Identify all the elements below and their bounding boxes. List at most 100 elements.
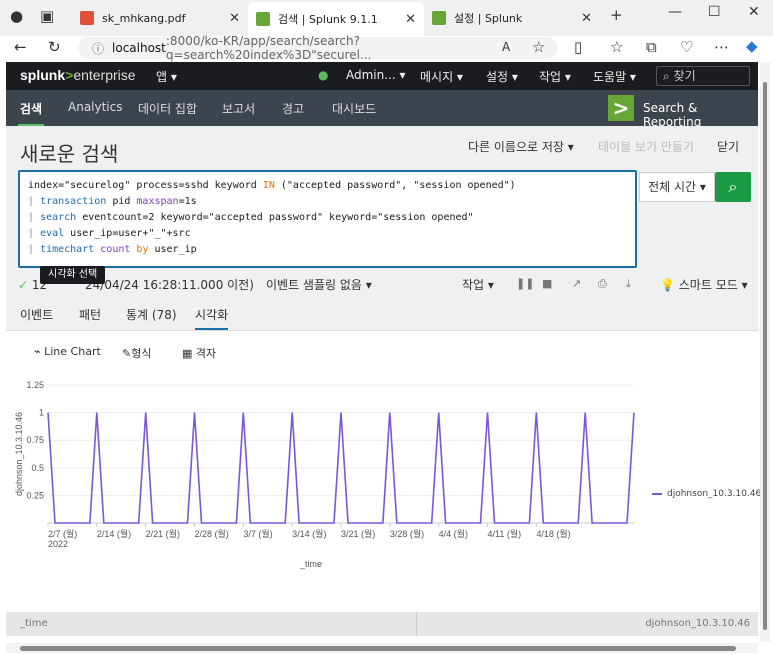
collections-icon[interactable]: ⧉ <box>646 38 657 56</box>
new-tab-button[interactable]: + <box>610 6 623 24</box>
help-menu[interactable]: 도움말 ▾ <box>593 68 636 85</box>
x-tick-label: 3/28 (월) <box>390 528 424 539</box>
splunk-icon <box>432 11 446 25</box>
extensions-icon[interactable]: ⋯ <box>714 38 729 56</box>
x-tick-label: 3/21 (월) <box>341 528 375 539</box>
tab-events[interactable]: 이벤트 <box>20 306 53 323</box>
format-button[interactable]: ✎형식 <box>122 345 151 361</box>
y-tick-label: 0.25 <box>26 490 44 500</box>
job-menu[interactable]: 작업 ▾ <box>462 276 494 293</box>
appnav-dashboards[interactable]: 대시보드 <box>332 100 376 117</box>
x-tick-label: 4/11 (월) <box>488 528 522 539</box>
tooltip-select-visualization: 시각화 선택 <box>40 266 106 284</box>
export-icon[interactable]: ⤓ <box>626 277 631 291</box>
appnav-reports[interactable]: 보고서 <box>222 100 255 117</box>
browser-tab-pdf[interactable]: sk_mhkang.pdf ✕ <box>72 4 248 32</box>
splunk-icon <box>256 12 270 26</box>
appnav-datasets[interactable]: 데이터 집합 <box>138 100 197 117</box>
y-tick-label: 1 <box>39 408 44 418</box>
check-icon: ✓ <box>18 278 29 292</box>
line-chart: 0.25 0.5 0.75 1 1.25 djohnson_10.3.10.46 2/7 (… <box>14 380 635 569</box>
print-icon[interactable]: ⎙ <box>598 277 607 291</box>
x-tick-label: 2/21 (월) <box>146 528 180 539</box>
appnav-alerts[interactable]: 경고 <box>282 100 304 117</box>
search-page: 새로운 검색 다른 이름으로 저장 ▾ 테이블 보기 만들기 닫기 index=… <box>6 126 761 646</box>
tab-visualization[interactable]: 시각화 <box>195 306 229 331</box>
query-line: | search eventcount=2 keyword="accepted … <box>28 212 474 223</box>
favorite-star-icon[interactable]: ☆ <box>532 38 545 56</box>
legend-swatch <box>652 493 662 495</box>
tab-statistics[interactable]: 통계 (78) <box>126 306 177 323</box>
close-tab-icon[interactable]: ✕ <box>581 11 592 26</box>
split-screen-icon[interactable]: ▯ <box>574 38 582 56</box>
column-header-time[interactable]: _time <box>20 612 48 636</box>
app-menu[interactable]: 앱 ▾ <box>156 68 177 85</box>
pause-icon[interactable]: ❚❚ <box>516 277 534 290</box>
save-as-menu[interactable]: 다른 이름으로 저장 ▾ <box>468 138 574 155</box>
browser-tab-settings[interactable]: 설정 | Splunk ✕ <box>424 4 600 32</box>
settings-menu[interactable]: 설정 ▾ <box>486 68 518 85</box>
y-tick-label: 1.25 <box>26 380 44 390</box>
time-range-picker[interactable]: 전체 시간 ▾ <box>639 172 715 202</box>
appnav-search[interactable]: 검색 <box>17 100 45 127</box>
tab-actions-icon[interactable]: ▣ <box>40 7 54 25</box>
trellis-button[interactable]: ▦ 격자 <box>182 345 216 361</box>
maximize-icon[interactable]: ☐ <box>708 4 721 20</box>
info-icon[interactable]: ⓘ <box>92 40 104 57</box>
chart-legend[interactable]: djohnson_10.3.10.46 <box>652 489 761 499</box>
appnav-analytics[interactable]: Analytics <box>68 100 123 114</box>
vertical-scrollbar[interactable] <box>760 62 770 642</box>
create-table-view-button: 테이블 보기 만들기 <box>598 140 694 154</box>
minimize-icon[interactable]: — <box>668 4 682 20</box>
url-host: localhost <box>112 41 166 55</box>
column-divider <box>416 612 417 636</box>
profile-icon[interactable]: ● <box>10 7 23 25</box>
admin-menu[interactable]: Admin... ▾ <box>346 68 406 82</box>
viz-type-button[interactable]: ⌁ Line Chart <box>34 345 101 358</box>
activity-menu[interactable]: 작업 ▾ <box>539 68 571 85</box>
back-icon[interactable]: ← <box>14 38 27 56</box>
search-submit-button[interactable]: ⌕ <box>715 172 751 202</box>
browser-tab-strip: ● ▣ sk_mhkang.pdf ✕ 검색 | Splunk 9.1.1 ✕ … <box>0 0 773 36</box>
splunk-top-bar: splunk>enterprise 앱 ▾ ● Admin... ▾ 메시지 ▾… <box>6 62 758 90</box>
pdf-icon <box>80 11 94 25</box>
column-header-series[interactable]: djohnson_10.3.10.46 <box>645 612 750 636</box>
search-icon: ⌕ <box>663 69 674 83</box>
close-tab-icon[interactable]: ✕ <box>405 12 416 27</box>
splunk-logo[interactable]: splunk>enterprise <box>20 67 136 83</box>
y-tick-label: 0.75 <box>26 435 44 445</box>
browser-essentials-icon[interactable]: ♡ <box>680 38 693 56</box>
address-bar-row: ← ↻ ⓘ localhost:8000/ko-KR/app/search/se… <box>0 34 773 62</box>
x-tick-label: 2022 <box>48 539 68 549</box>
page-title: 새로운 검색 <box>20 142 119 166</box>
x-tick-label: 2/28 (월) <box>195 528 229 539</box>
close-button[interactable]: 닫기 <box>717 138 739 155</box>
tab-patterns[interactable]: 패턴 <box>79 306 101 323</box>
read-aloud-icon[interactable]: A <box>502 40 510 54</box>
refresh-icon[interactable]: ↻ <box>48 38 61 56</box>
browser-tab-search[interactable]: 검색 | Splunk 9.1.1 ✕ <box>248 2 424 36</box>
copilot-icon[interactable]: ◆ <box>746 37 758 55</box>
search-mode-menu[interactable]: 💡 스마트 모드 ▾ <box>660 276 748 293</box>
scroll-thumb[interactable] <box>20 646 736 651</box>
health-ok-icon[interactable]: ● <box>318 68 328 82</box>
favorites-icon[interactable]: ☆ <box>610 38 623 56</box>
stop-icon[interactable]: ■ <box>542 277 552 290</box>
pencil-icon: ✎ <box>122 347 132 360</box>
search-query-editor[interactable]: index="securelog" process=sshd keyword I… <box>18 170 637 268</box>
close-window-icon[interactable]: ✕ <box>748 4 760 20</box>
y-tick-label: 0.5 <box>31 463 44 473</box>
messages-menu[interactable]: 메시지 ▾ <box>420 68 463 85</box>
share-icon[interactable]: ↗ <box>572 277 581 290</box>
x-tick-label: 2/7 (월) <box>48 528 77 539</box>
scroll-thumb[interactable] <box>763 82 767 630</box>
find-input[interactable]: ⌕ 찾기 <box>656 66 750 86</box>
grid-icon: ▦ <box>182 347 196 360</box>
event-sampling-menu[interactable]: 이벤트 샘플링 없음 ▾ <box>266 276 372 293</box>
status-time: 24/04/24 16:28:11.000 이전) <box>85 278 254 292</box>
x-tick-label: 3/14 (월) <box>292 528 326 539</box>
splunk-app-bar: 검색 Analytics 데이터 집합 보고서 경고 대시보드 > Search… <box>6 90 758 129</box>
close-tab-icon[interactable]: ✕ <box>229 11 240 26</box>
horizontal-scrollbar[interactable] <box>6 643 758 653</box>
url-input[interactable]: ⓘ localhost:8000/ko-KR/app/search/search… <box>78 34 558 62</box>
